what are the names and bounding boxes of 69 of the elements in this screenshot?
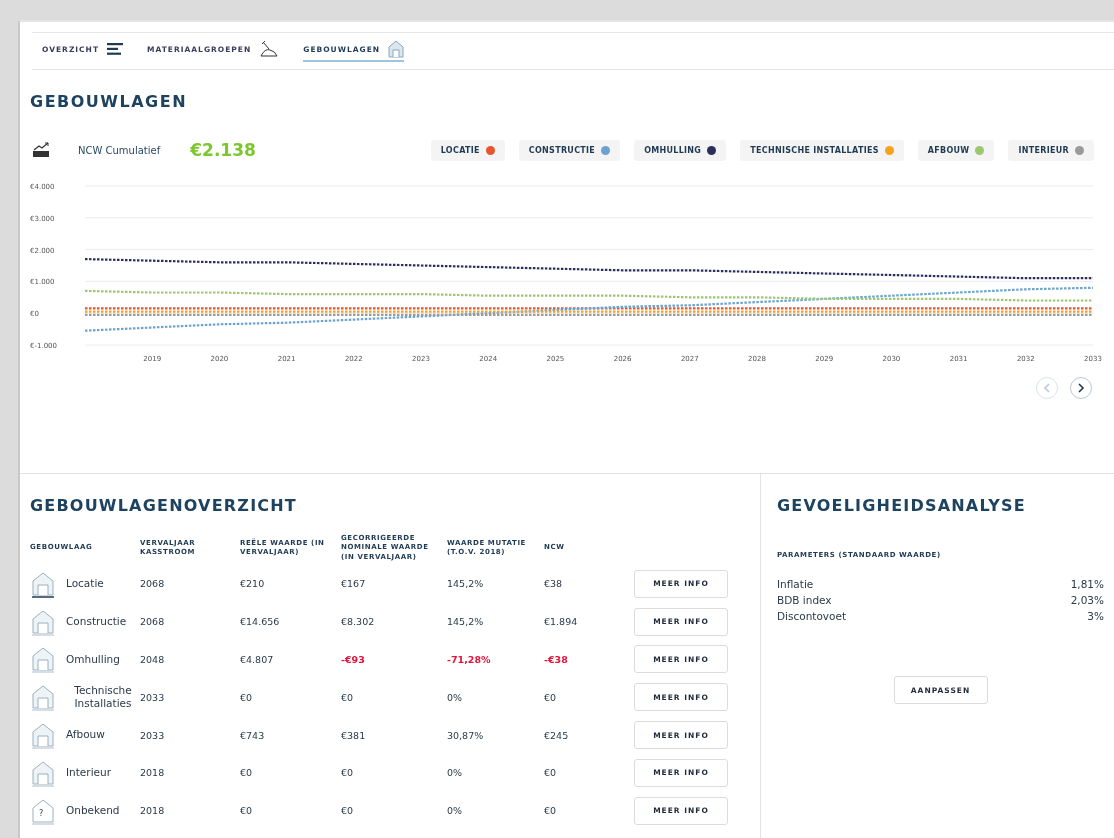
table-cell-text: €210: [240, 578, 266, 590]
parameter-label: Discontovoet: [777, 609, 847, 624]
layer-name: Omhulling: [66, 652, 120, 667]
table-cell-text: -€93: [341, 654, 366, 665]
table-cell-text: €0: [544, 805, 558, 817]
table-cell-text: 2068: [140, 578, 166, 590]
hill-tools-icon: [259, 40, 280, 58]
layer-name: Constructie: [66, 614, 127, 629]
chevron-left-icon: [1043, 383, 1051, 393]
layer-name: Onbekend: [66, 803, 120, 818]
table-cell-text: 30,87%: [447, 729, 485, 741]
house-icon: [388, 40, 405, 58]
table-cell-text: €167: [341, 578, 367, 590]
layer-name: Afbouw: [66, 728, 105, 742]
legend-chip[interactable]: CONSTRUCTIE: [518, 139, 621, 161]
table-cell-text: 145,2%: [447, 616, 485, 628]
parameter-label: BDB index: [777, 593, 832, 608]
parameter-value: 1,81%: [1070, 577, 1104, 592]
table-cell-text: €0: [544, 767, 558, 779]
table-cell-text: 0%: [447, 767, 464, 779]
table-cell-text: 2018: [140, 805, 166, 817]
house-icon: [30, 645, 56, 674]
table-cell-text: 2033: [140, 729, 166, 741]
table-cell-text: 2068: [140, 616, 166, 628]
table-cell-text: 0%: [447, 805, 464, 817]
summary-value: €2.138: [190, 140, 256, 160]
table-cell-text: 2033: [140, 691, 166, 703]
table-cell-text: €245: [544, 729, 570, 741]
table-cell-text: -€38: [544, 654, 569, 665]
chevron-right-icon: [1077, 383, 1085, 393]
table-cell-text: €0: [240, 691, 254, 703]
legend-chip[interactable]: TECHNISCHE INSTALLATIES: [740, 139, 904, 161]
table-cell-text: €0: [341, 767, 355, 779]
table-cell-text: -71,28%: [447, 654, 492, 665]
table-cell-text: €0: [240, 767, 254, 779]
layer-name: Locatie: [66, 577, 104, 591]
table-cell-text: €14.656: [240, 616, 281, 628]
legend-chip[interactable]: AFBOUW: [917, 139, 995, 161]
table-cell-text: 2018: [140, 767, 166, 779]
parameter-label: Inflatie: [777, 577, 814, 592]
table-cell-text: €0: [341, 805, 355, 817]
table-cell-text: €0: [544, 691, 558, 703]
table-cell-text: 0%: [447, 691, 464, 703]
table-cell-text: €8.302: [341, 616, 376, 628]
table-cell-text: €381: [341, 729, 367, 741]
next-button[interactable]: [1070, 377, 1092, 399]
section-title: GEBOUWLAGENOVERZICHT: [30, 496, 298, 515]
table-cell-text: €1.894: [544, 616, 579, 628]
menu-icon: [107, 43, 123, 55]
house-icon: [30, 683, 56, 712]
legend-chip[interactable]: OMHULLING: [634, 139, 727, 161]
table-cell-text: 145,2%: [447, 578, 485, 590]
table-cell-text: €38: [544, 578, 564, 590]
layer-name: Interieur: [66, 766, 111, 780]
summary-label: NCW Cumulatief: [78, 144, 161, 156]
table-cell-text: €0: [240, 805, 254, 817]
page-title: GEBOUWLAGEN: [30, 92, 189, 111]
table-cell-text: €743: [240, 729, 266, 741]
table-cell-text: 2048: [140, 654, 166, 665]
parameter-value: 2,03%: [1070, 593, 1104, 608]
legend-chip[interactable]: LOCATIE: [430, 139, 505, 161]
parameter-value: 3%: [1087, 609, 1104, 624]
chart-money-icon: [32, 142, 50, 158]
house-icon: [30, 721, 56, 750]
table-cell-text: €0: [341, 691, 355, 703]
legend-chip[interactable]: INTERIEUR: [1008, 139, 1094, 161]
table-cell-text: €4.807: [240, 654, 275, 665]
layer-name: Technische Installaties: [73, 683, 133, 711]
section-title: GEVOELIGHEIDSANALYSE: [777, 496, 1027, 515]
